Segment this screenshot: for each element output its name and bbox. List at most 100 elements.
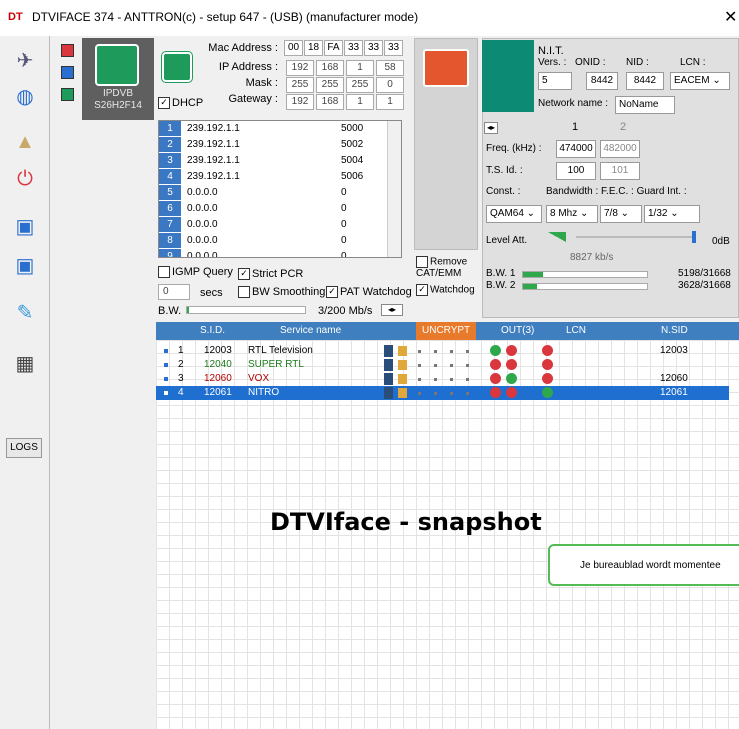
table-row[interactable]: 6 0.0.0.0 0 bbox=[159, 201, 389, 217]
lcn-toggle-icon[interactable] bbox=[542, 387, 553, 398]
mask-octet[interactable]: 255 bbox=[316, 77, 344, 93]
table-row[interactable]: 2 239.192.1.1 5002 bbox=[159, 137, 389, 153]
add-output-icon[interactable] bbox=[490, 345, 501, 356]
bw-spin[interactable]: ◂▸ bbox=[381, 304, 403, 316]
tuner-tab-1[interactable]: 1 bbox=[572, 121, 578, 133]
watchdog-checkbox[interactable]: ✓ Watchdog bbox=[416, 284, 475, 296]
table-row[interactable]: 8 0.0.0.0 0 bbox=[159, 233, 389, 249]
tsid-2-input[interactable]: 101 bbox=[600, 162, 640, 180]
gateway-octet[interactable]: 192 bbox=[286, 94, 314, 110]
globe-icon[interactable]: ◍ bbox=[8, 80, 42, 112]
remove-output-icon[interactable] bbox=[490, 359, 501, 370]
remove-output-icon[interactable] bbox=[506, 345, 517, 356]
slot-red[interactable] bbox=[61, 44, 74, 57]
const-select[interactable]: QAM64 ⌄ bbox=[486, 205, 542, 223]
tsid-1-input[interactable]: 100 bbox=[556, 162, 596, 180]
service-row[interactable]: 3 12060 VOX 12060 bbox=[156, 372, 729, 386]
remove-output-icon[interactable] bbox=[506, 359, 517, 370]
secs-input[interactable]: 0 bbox=[158, 284, 190, 300]
mask-octet[interactable]: 255 bbox=[286, 77, 314, 93]
gateway-octet[interactable]: 1 bbox=[376, 94, 404, 110]
mask-octet[interactable]: 255 bbox=[346, 77, 374, 93]
table-scrollbar[interactable] bbox=[387, 121, 401, 257]
table-row[interactable]: 1 239.192.1.1 5000 bbox=[159, 121, 389, 137]
col-uncrypt[interactable]: UNCRYPT bbox=[416, 322, 477, 340]
uncrypt-toggle[interactable] bbox=[450, 392, 453, 395]
onid-input[interactable]: 8442 bbox=[586, 72, 618, 90]
nid-input[interactable]: 8442 bbox=[626, 72, 664, 90]
upload-icon[interactable]: ▲ bbox=[8, 126, 42, 158]
close-button[interactable]: ✕ bbox=[724, 7, 737, 27]
slot-blue[interactable] bbox=[61, 66, 74, 79]
device-card[interactable]: IPDVB S26H2F14 bbox=[82, 38, 154, 120]
remove-cat-checkbox[interactable]: Remove CAT/EMM bbox=[416, 256, 482, 279]
uncrypt-toggle[interactable] bbox=[418, 350, 421, 353]
bw-smoothing-checkbox[interactable]: BW Smoothing bbox=[238, 286, 325, 299]
remove-output-icon[interactable] bbox=[490, 373, 501, 384]
logs-button[interactable]: LOGS bbox=[6, 438, 42, 458]
ip-octet[interactable]: 168 bbox=[316, 60, 344, 76]
table-row[interactable]: 5 0.0.0.0 0 bbox=[159, 185, 389, 201]
dhcp-checkbox[interactable]: ✓ DHCP bbox=[158, 97, 203, 110]
tuner-tab-2[interactable]: 2 bbox=[620, 121, 626, 133]
table-row[interactable]: 7 0.0.0.0 0 bbox=[159, 217, 389, 233]
uncrypt-toggle[interactable] bbox=[418, 392, 421, 395]
uncrypt-toggle[interactable] bbox=[466, 364, 469, 367]
dhcp-check[interactable]: ✓ bbox=[158, 97, 170, 110]
gateway-octet[interactable]: 1 bbox=[346, 94, 374, 110]
lcn-toggle-icon[interactable] bbox=[542, 345, 553, 356]
col-lcn[interactable]: LCN bbox=[566, 325, 586, 336]
gateway-octet[interactable]: 168 bbox=[316, 94, 344, 110]
smartcard-icon[interactable] bbox=[423, 49, 469, 87]
uncrypt-toggle[interactable] bbox=[418, 378, 421, 381]
remove-output-icon[interactable] bbox=[490, 387, 501, 398]
uncrypt-toggle[interactable] bbox=[418, 364, 421, 367]
uncrypt-toggle[interactable] bbox=[434, 378, 437, 381]
bandwidth-select[interactable]: 8 Mhz ⌄ bbox=[546, 205, 598, 223]
uncrypt-toggle[interactable] bbox=[450, 378, 453, 381]
col-service-name[interactable]: Service name bbox=[280, 325, 341, 336]
power-icon[interactable]: ⏻ bbox=[8, 163, 42, 195]
pat-watchdog-checkbox[interactable]: ✓ PAT Watchdog bbox=[326, 286, 412, 299]
ip-octet[interactable]: 1 bbox=[346, 60, 374, 76]
table-row[interactable]: 4 239.192.1.1 5006 bbox=[159, 169, 389, 185]
col-nsid[interactable]: N.SID bbox=[661, 325, 688, 336]
service-row[interactable]: 4 12061 NITRO 12061 bbox=[156, 386, 729, 400]
service-row[interactable]: 1 12003 RTL Television 12003 bbox=[156, 344, 729, 358]
vers-input[interactable]: 5 bbox=[538, 72, 572, 90]
save-to-device-icon[interactable]: ▣ bbox=[8, 210, 42, 242]
mac-octet[interactable]: 33 bbox=[344, 40, 363, 56]
remove-output-icon[interactable] bbox=[506, 387, 517, 398]
tuner-spin[interactable]: ◂▸ bbox=[484, 122, 498, 134]
freq-2-input[interactable]: 482000 bbox=[600, 140, 640, 158]
service-row[interactable]: 2 12040 SUPER RTL bbox=[156, 358, 729, 372]
mac-octet[interactable]: 00 bbox=[284, 40, 303, 56]
mac-octet[interactable]: FA bbox=[324, 40, 343, 56]
add-output-icon[interactable] bbox=[506, 373, 517, 384]
calculator-icon[interactable]: ▦ bbox=[8, 347, 42, 379]
uncrypt-toggle[interactable] bbox=[450, 364, 453, 367]
lcn-toggle-icon[interactable] bbox=[542, 373, 553, 384]
lcn-toggle-icon[interactable] bbox=[542, 359, 553, 370]
slot-green[interactable] bbox=[61, 88, 74, 101]
uncrypt-toggle[interactable] bbox=[466, 392, 469, 395]
uncrypt-toggle[interactable] bbox=[434, 364, 437, 367]
mac-octet[interactable]: 33 bbox=[364, 40, 383, 56]
mac-octet[interactable]: 18 bbox=[304, 40, 323, 56]
col-out[interactable]: OUT(3) bbox=[501, 325, 534, 336]
guard-select[interactable]: 1/32 ⌄ bbox=[644, 205, 700, 223]
lcn-select[interactable]: EACEM ⌄ bbox=[670, 72, 730, 90]
mask-octet[interactable]: 0 bbox=[376, 77, 404, 93]
netname-input[interactable]: NoName bbox=[615, 96, 675, 114]
uncrypt-toggle[interactable] bbox=[434, 392, 437, 395]
uncrypt-toggle[interactable] bbox=[466, 378, 469, 381]
unlock-icon[interactable] bbox=[398, 346, 407, 356]
uncrypt-toggle[interactable] bbox=[434, 350, 437, 353]
unlock-icon[interactable] bbox=[398, 360, 407, 370]
table-row[interactable]: 3 239.192.1.1 5004 bbox=[159, 153, 389, 169]
fec-select[interactable]: 7/8 ⌄ bbox=[600, 205, 642, 223]
uncrypt-toggle[interactable] bbox=[450, 350, 453, 353]
ip-octet[interactable]: 192 bbox=[286, 60, 314, 76]
col-sid[interactable]: S.I.D. bbox=[200, 325, 225, 336]
load-from-device-icon[interactable]: ▣ bbox=[8, 249, 42, 281]
